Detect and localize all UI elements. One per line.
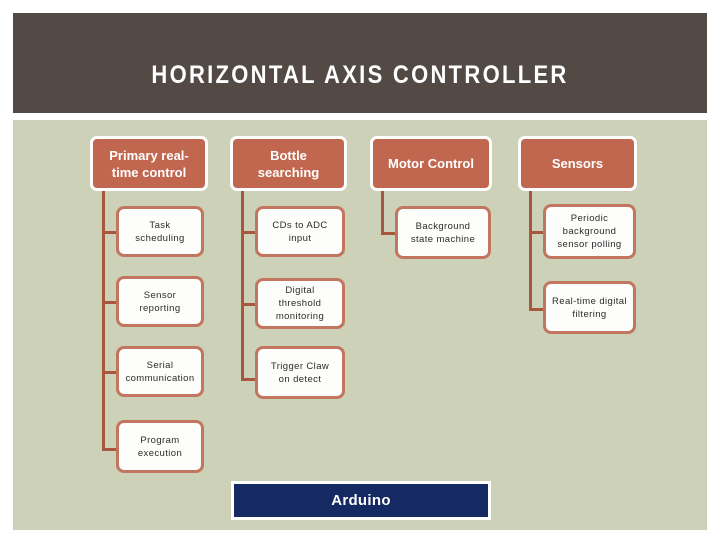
- root-node-primary-real-time-control[interactable]: Primary real-time control: [90, 136, 208, 191]
- child-node-digital-threshold-monitoring[interactable]: Digital threshold monitoring: [255, 278, 345, 329]
- connector-trunk-column-1: [102, 191, 105, 451]
- child-node-periodic-background-sensor-polling[interactable]: Periodic background sensor polling: [543, 204, 636, 259]
- child-node-real-time-digital-filtering[interactable]: Real-time digital filtering: [543, 281, 636, 334]
- org-diagram: Primary real-time control Task schedulin…: [0, 0, 720, 540]
- child-node-serial-communication[interactable]: Serial communication: [116, 346, 204, 397]
- arduino-footer-bar[interactable]: Arduino: [231, 481, 491, 520]
- root-node-bottle-searching[interactable]: Bottle searching: [230, 136, 347, 191]
- child-node-program-execution[interactable]: Program execution: [116, 420, 204, 473]
- child-node-trigger-claw-on-detect[interactable]: Trigger Claw on detect: [255, 346, 345, 399]
- child-node-sensor-reporting[interactable]: Sensor reporting: [116, 276, 204, 327]
- child-node-task-scheduling[interactable]: Task scheduling: [116, 206, 204, 257]
- root-node-sensors[interactable]: Sensors: [518, 136, 637, 191]
- root-node-motor-control[interactable]: Motor Control: [370, 136, 492, 191]
- child-node-background-state-machine[interactable]: Background state machine: [395, 206, 491, 259]
- connector-trunk-column-3: [381, 191, 384, 235]
- connector-trunk-column-4: [529, 191, 532, 311]
- slide-canvas: HORIZONTAL AXIS CONTROLLER Primary real-…: [0, 0, 720, 540]
- connector-trunk-column-2: [241, 191, 244, 381]
- child-node-cds-to-adc-input[interactable]: CDs to ADC input: [255, 206, 345, 257]
